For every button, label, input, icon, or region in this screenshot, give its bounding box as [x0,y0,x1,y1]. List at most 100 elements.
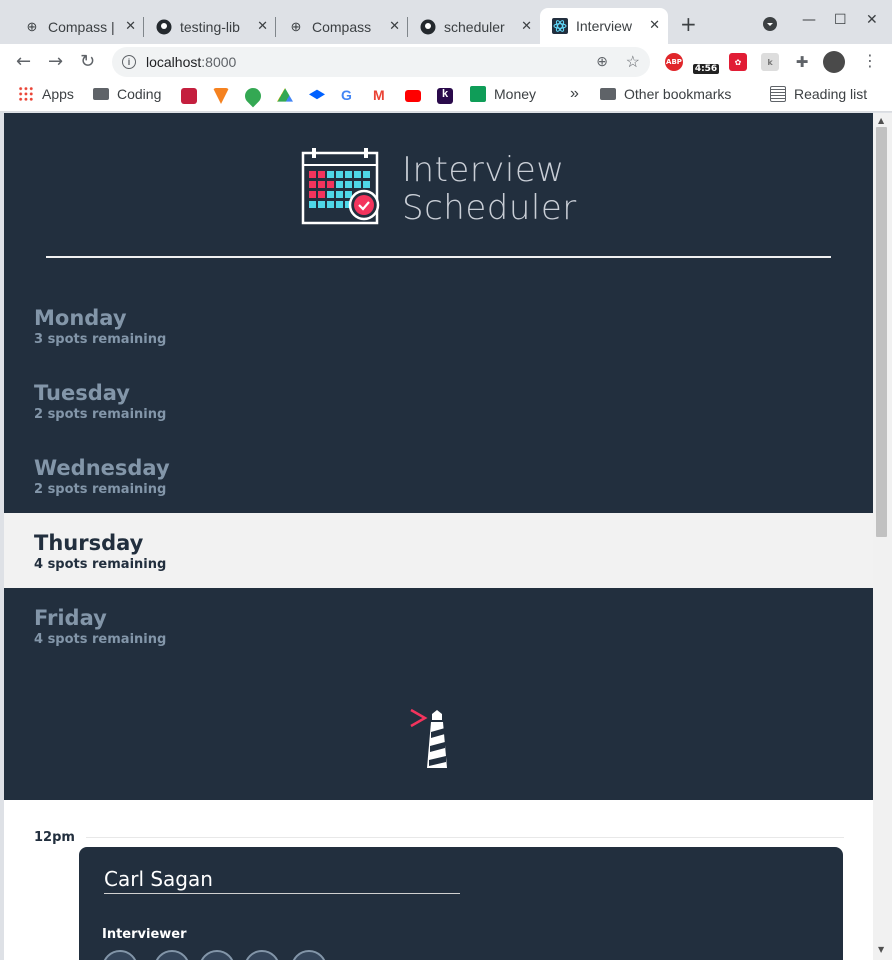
day-name: Friday [34,606,107,630]
maximize-icon[interactable]: ☐ [834,12,847,28]
react-icon [552,18,568,34]
day-name: Thursday [34,531,144,555]
drive-icon[interactable] [277,88,293,102]
tab-compass-1[interactable]: ⊕ Compass | ✕ [12,9,144,44]
bookmark-apps[interactable]: Apps [18,86,74,102]
page-viewport: Interview Scheduler Monday 3 spots remai… [4,113,873,960]
reload-icon[interactable]: ↻ [80,51,95,72]
back-icon[interactable]: ← [16,51,31,72]
bookmarks-bar: Apps Coding G M k Money » Other bookmark… [0,80,892,112]
day-list-item-monday[interactable]: Monday 3 spots remaining [4,288,873,363]
bookmark-coding[interactable]: Coding [93,86,161,102]
day-list-item-thursday[interactable]: Thursday 4 spots remaining [4,513,873,588]
tab-interview-scheduler[interactable]: Interview ✕ [540,8,668,44]
cibc-icon[interactable] [181,88,197,104]
tab-compass-2[interactable]: ⊕ Compass ✕ [276,9,408,44]
appointment-separator [86,837,844,838]
github-icon [420,19,436,35]
interviewer-avatar[interactable] [154,950,190,960]
folder-icon [600,88,616,100]
bookmark-label: Money [494,86,537,102]
tab-scheduler-github[interactable]: scheduler ✕ [408,9,540,44]
k-bookmark-icon[interactable]: k [437,88,453,104]
interviewer-avatar[interactable] [102,950,138,960]
info-icon[interactable]: i [122,55,136,69]
tab-title: Interview [576,18,633,34]
compass-icon: ⊕ [26,18,38,34]
apps-grid-icon [18,86,34,102]
bookmark-label: Other bookmarks [624,86,732,102]
app-title: Interview Scheduler [402,151,577,227]
day-name: Tuesday [34,381,130,405]
appointment-form: Carl Sagan Interviewer [79,847,843,960]
bookmark-label: Apps [42,86,74,102]
browser-toolbar: ← → ↻ i localhost:8000 ⊕ ☆ ABP 4:56 ✿ k … [0,44,892,80]
close-icon[interactable]: ✕ [649,17,660,33]
bookmark-star-icon[interactable]: ☆ [626,52,640,72]
app-title-line-1: Interview [402,150,565,190]
close-icon[interactable]: ✕ [125,18,136,34]
tab-title: testing-lib [180,18,240,35]
url-port: :8000 [201,54,237,70]
day-list-item-wednesday[interactable]: Wednesday 2 spots remaining [4,438,873,513]
folder-icon [93,88,109,100]
url-host: localhost [146,54,202,70]
calendar-logo-icon [300,147,382,229]
profile-avatar[interactable] [823,51,845,73]
timer-extension-icon[interactable]: 4:56 [692,50,720,74]
sidebar: Interview Scheduler Monday 3 spots remai… [4,113,873,800]
bookmark-other[interactable]: Other bookmarks [600,86,731,102]
funnel-icon[interactable] [213,88,229,104]
sidebar-divider [46,256,831,258]
tab-strip: ⊕ Compass | ✕ testing-lib ✕ ⊕ Compass ✕ … [0,0,892,44]
forward-icon[interactable]: → [48,51,63,72]
student-name-input[interactable]: Carl Sagan [104,867,460,894]
sheets-icon [470,86,486,102]
youtube-icon[interactable] [405,90,421,102]
interviewer-label: Interviewer [102,927,187,942]
tab-search-icon[interactable] [762,16,778,36]
address-bar[interactable]: i localhost:8000 ⊕ ☆ [112,47,650,77]
app-title-line-2: Scheduler [402,188,577,228]
menu-icon[interactable]: ⋮ [862,51,878,70]
tab-testing-library[interactable]: testing-lib ✕ [144,9,276,44]
bookmarks-overflow-icon[interactable]: » [570,85,579,103]
scrollbar-thumb[interactable] [876,127,887,537]
day-list-item-friday[interactable]: Friday 4 spots remaining [4,588,873,663]
close-icon[interactable]: ✕ [389,18,400,34]
bookmark-label: Coding [117,86,162,102]
tab-title: Compass | [48,18,115,35]
google-icon[interactable]: G [341,87,357,103]
bookmark-label: Reading list [794,86,868,102]
gmail-icon[interactable]: M [373,87,389,103]
bookmark-money[interactable]: Money [470,86,536,102]
minimize-icon[interactable]: — [802,12,816,28]
reading-list-icon [770,86,786,102]
compass-icon: ⊕ [290,18,302,34]
zoom-icon[interactable]: ⊕ [596,53,608,70]
day-name: Wednesday [34,456,170,480]
adblock-icon[interactable]: ABP [665,53,683,71]
maps-icon[interactable] [241,84,265,108]
new-tab-icon[interactable]: + [680,12,697,36]
dropbox-icon[interactable] [309,89,325,100]
window-close-icon[interactable]: ✕ [866,12,878,28]
scroll-down-icon[interactable]: ▼ [878,945,884,954]
appointment-time: 12pm [34,830,75,845]
day-list-item-tuesday[interactable]: Tuesday 2 spots remaining [4,363,873,438]
day-name: Monday [34,306,127,330]
extension-red-icon[interactable]: ✿ [729,53,747,71]
extension-k-icon[interactable]: k [761,53,779,71]
puzzle-icon[interactable]: ✚ [793,53,811,71]
page-scrollbar[interactable]: ▲ ▼ [873,113,892,960]
day-spots: 2 spots remaining [34,407,167,422]
interviewer-avatar[interactable] [291,950,327,960]
interviewer-avatar[interactable] [199,950,235,960]
close-icon[interactable]: ✕ [257,18,268,34]
day-spots: 4 spots remaining [34,557,167,572]
close-icon[interactable]: ✕ [521,18,532,34]
scroll-up-icon[interactable]: ▲ [878,116,884,125]
tab-title: scheduler [444,18,505,35]
interviewer-avatar[interactable] [244,950,280,960]
reading-list[interactable]: Reading list [770,86,867,102]
